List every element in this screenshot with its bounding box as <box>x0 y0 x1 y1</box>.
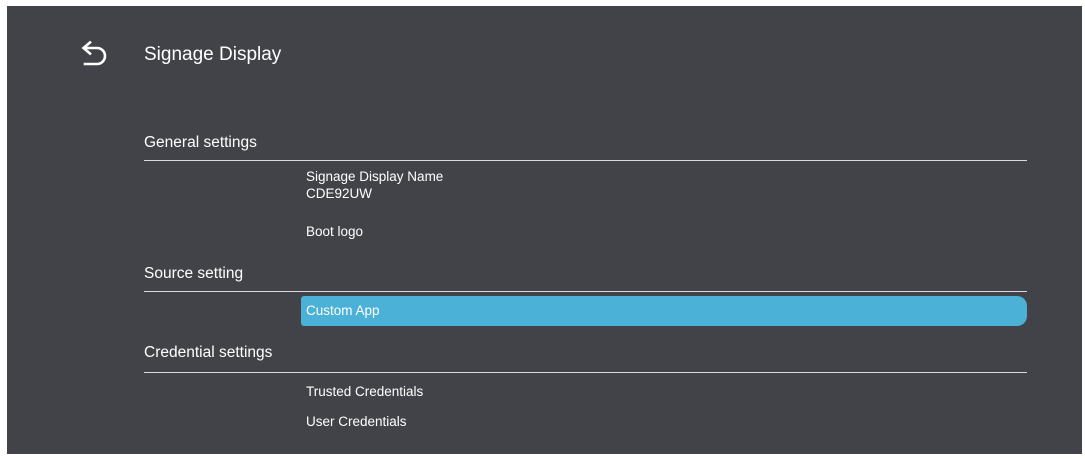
section-header-source: Source setting <box>144 265 244 282</box>
divider <box>144 372 1027 373</box>
back-arrow-icon[interactable] <box>77 39 109 69</box>
signage-display-name-label: Signage Display Name <box>306 169 444 184</box>
divider <box>144 291 1027 292</box>
trusted-credentials-label: Trusted Credentials <box>306 384 424 399</box>
trusted-credentials-item[interactable]: Trusted Credentials <box>301 384 1027 399</box>
custom-app-label: Custom App <box>306 303 380 318</box>
section-header-credential: Credential settings <box>144 344 273 361</box>
user-credentials-label: User Credentials <box>306 414 407 429</box>
signage-display-name-item[interactable]: Signage Display Name CDE92UW <box>301 169 1027 201</box>
boot-logo-item[interactable]: Boot logo <box>301 224 1027 239</box>
signage-display-name-value: CDE92UW <box>306 186 373 201</box>
custom-app-item[interactable]: Custom App <box>301 296 1027 326</box>
page-title: Signage Display <box>144 44 282 65</box>
divider <box>144 160 1027 161</box>
user-credentials-item[interactable]: User Credentials <box>301 414 1027 429</box>
boot-logo-label: Boot logo <box>306 224 364 239</box>
section-header-general: General settings <box>144 134 257 151</box>
settings-screen: Signage Display General settings Signage… <box>7 6 1082 454</box>
